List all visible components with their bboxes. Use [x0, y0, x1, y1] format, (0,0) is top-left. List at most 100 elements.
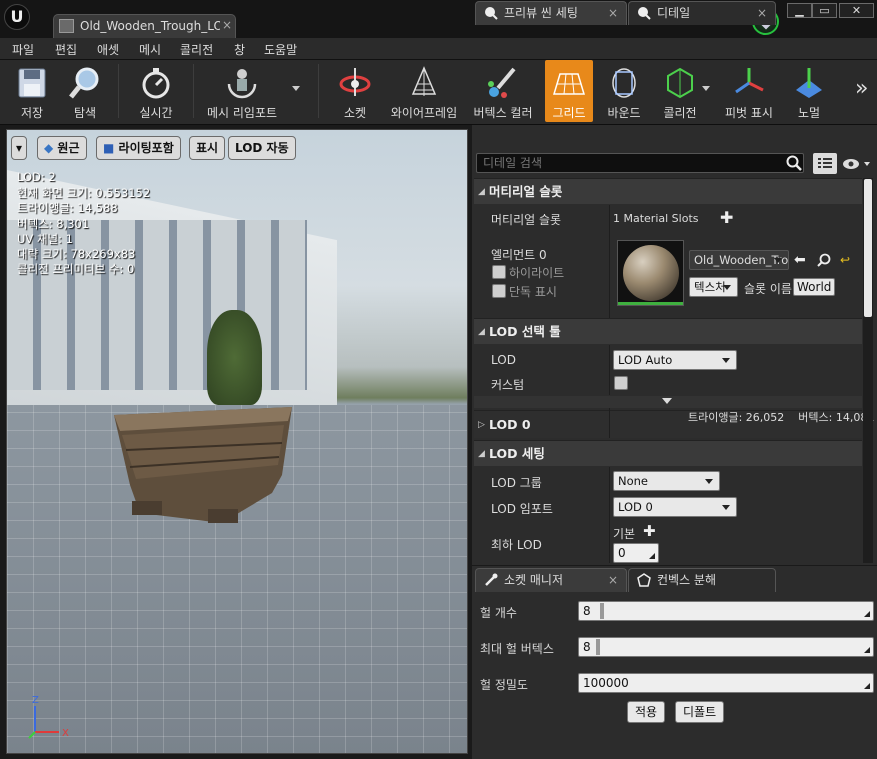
show-pivot-button[interactable]: 피벗 표시	[718, 60, 780, 122]
stat-collision-primitives: 콜리전 프리미티브 수: 0	[17, 262, 135, 276]
lod-import-label: LOD 임포트	[491, 502, 553, 516]
stat-uv-channels: UV 채널: 1	[17, 232, 73, 246]
browse-button[interactable]: 탐색	[60, 60, 110, 122]
axis-gizmo-icon: Z X	[28, 695, 69, 739]
stat-triangles: 트라이앵글: 14,588	[17, 201, 118, 215]
tab-socket-manager[interactable]: 소켓 매니저 ×	[475, 568, 627, 592]
defaults-button[interactable]: 디폴트	[675, 701, 725, 723]
grid-icon	[552, 73, 586, 95]
toolbar: 저장 탐색 실시간 메시 리임포트 소켓 와이어프레임 버텍스 컬러 그리드 바…	[0, 60, 877, 125]
vertex-color-button[interactable]: 버텍스 컬러	[468, 60, 538, 122]
add-platform-override-icon[interactable]: ✚	[643, 522, 656, 540]
material-sphere-preview	[623, 245, 679, 301]
browse-icon	[69, 67, 99, 99]
property-matrix-button[interactable]	[813, 153, 837, 174]
isolate-label: 단독 표시	[509, 285, 557, 299]
socket-manager-icon	[485, 573, 498, 586]
close-window-button[interactable]: ✕	[839, 3, 874, 18]
save-button[interactable]: 저장	[4, 60, 60, 122]
collapsed-arrow-icon: ▷	[478, 420, 485, 430]
close-tab-icon[interactable]: ×	[608, 2, 618, 24]
material-thumbnail[interactable]	[617, 240, 684, 306]
background-tree	[207, 310, 262, 405]
toolbar-overflow-icon[interactable]: »	[855, 76, 868, 101]
stat-approx-size: 대략 크기: 78x269x83	[17, 247, 136, 261]
details-scrollbar-thumb[interactable]	[864, 179, 872, 317]
details-search-input[interactable]: 디테일 검색	[476, 153, 804, 173]
section-material-slots[interactable]: ◢ 머티리얼 슬롯	[474, 178, 862, 204]
advanced-expander[interactable]	[474, 396, 862, 408]
add-material-slot-icon[interactable]: ✚	[720, 208, 733, 227]
normals-button[interactable]: 노멀	[784, 60, 834, 122]
min-lod-input[interactable]: 0	[613, 543, 659, 563]
element-0-label: 엘리먼트 0	[491, 248, 547, 262]
menu-collision[interactable]: 콜리전	[180, 41, 213, 58]
lod-auto-button[interactable]: LOD 자동	[228, 136, 296, 160]
isolate-checkbox[interactable]	[492, 284, 506, 298]
slider-handle[interactable]	[596, 639, 600, 655]
show-button[interactable]: 표시	[189, 136, 226, 160]
slot-name-field[interactable]: World	[793, 278, 836, 296]
tab-preview-scene-settings[interactable]: 프리뷰 씬 세팅 ×	[475, 1, 627, 25]
visibility-eye-icon[interactable]	[842, 157, 872, 171]
collision-icon	[667, 67, 693, 99]
static-mesh-icon	[59, 19, 74, 33]
apply-button[interactable]: 적용	[627, 701, 666, 723]
vertex-color-icon	[488, 67, 516, 98]
lod-dropdown[interactable]: LOD Auto	[613, 350, 737, 370]
tab-convex-decomposition[interactable]: 컨벡스 분해	[628, 568, 776, 592]
mesh-viewport[interactable]: ▾ ◆ 원근 ■ 라이팅포함 표시 LOD 자동 LOD: 2 현재 화면 크기…	[6, 129, 468, 754]
normals-icon	[796, 68, 822, 98]
menu-edit[interactable]: 편집	[55, 41, 77, 58]
slider-handle[interactable]	[600, 603, 604, 619]
mesh-reimport-button[interactable]: 메시 리임포트	[200, 60, 284, 122]
document-tab-title: Old_Wooden_Trough_LOI	[80, 19, 220, 33]
lod-group-label: LOD 그룹	[491, 476, 542, 490]
magnify-info-icon	[485, 7, 498, 20]
lit-mode-button[interactable]: ■ 라이팅포함	[96, 136, 181, 160]
material-asset-picker[interactable]: Old_Wooden_Tro	[689, 250, 789, 270]
material-slots-count: 1 Material Slots	[613, 212, 699, 225]
document-tab[interactable]: Old_Wooden_Trough_LOI ×	[53, 14, 236, 38]
tab-details[interactable]: 디테일 ×	[628, 1, 776, 25]
viewport-options-button[interactable]: ▾	[11, 136, 28, 160]
hull-count-slider[interactable]: 8	[578, 601, 874, 621]
hull-precision-slider[interactable]: 100000	[578, 673, 874, 693]
wireframe-icon	[411, 66, 437, 96]
bounds-button[interactable]: 바운드	[598, 60, 650, 122]
collision-button[interactable]: 콜리전	[653, 60, 707, 122]
section-lod-settings[interactable]: ◢ LOD 세팅	[474, 440, 862, 466]
menu-window[interactable]: 창	[234, 41, 245, 58]
texture-dropdown[interactable]: 텍스처	[689, 277, 738, 297]
menu-help[interactable]: 도움말	[264, 41, 297, 58]
lod-group-dropdown[interactable]: None	[613, 471, 720, 491]
grid-button[interactable]: 그리드	[545, 60, 593, 122]
reimport-dropdown-icon[interactable]	[292, 86, 300, 91]
menu-asset[interactable]: 애셋	[97, 41, 119, 58]
section-lod-picker[interactable]: ◢ LOD 선택 툴	[474, 318, 862, 344]
expand-arrow-icon: ◢	[478, 327, 485, 337]
stat-lod: LOD: 2	[17, 170, 56, 184]
hull-count-label: 헐 개수	[480, 606, 517, 620]
menu-mesh[interactable]: 메시	[139, 41, 161, 58]
maximize-button[interactable]: ▭	[812, 3, 837, 18]
browse-asset-icon[interactable]	[817, 253, 831, 267]
menu-file[interactable]: 파일	[12, 41, 34, 58]
close-tab-icon[interactable]: ×	[222, 18, 232, 32]
collision-dropdown-icon[interactable]	[702, 86, 710, 91]
reimport-icon	[227, 69, 257, 99]
lod-import-dropdown[interactable]: LOD 0	[613, 497, 737, 517]
highlight-checkbox[interactable]	[492, 265, 506, 279]
search-icon[interactable]	[786, 155, 802, 171]
realtime-button[interactable]: 실시간	[128, 60, 184, 122]
close-tab-icon[interactable]: ×	[608, 569, 618, 591]
minimize-button[interactable]: ▁	[787, 3, 812, 18]
use-selected-asset-icon[interactable]: ⬅	[794, 252, 806, 268]
perspective-button[interactable]: ◆ 원근	[37, 136, 87, 160]
custom-lod-checkbox[interactable]	[614, 376, 628, 390]
reset-to-default-icon[interactable]: ↩	[840, 253, 850, 267]
wireframe-button[interactable]: 와이어프레임	[386, 60, 462, 122]
socket-button[interactable]: 소켓	[328, 60, 382, 122]
close-tab-icon[interactable]: ×	[757, 2, 767, 24]
max-hull-verts-slider[interactable]: 8	[578, 637, 874, 657]
